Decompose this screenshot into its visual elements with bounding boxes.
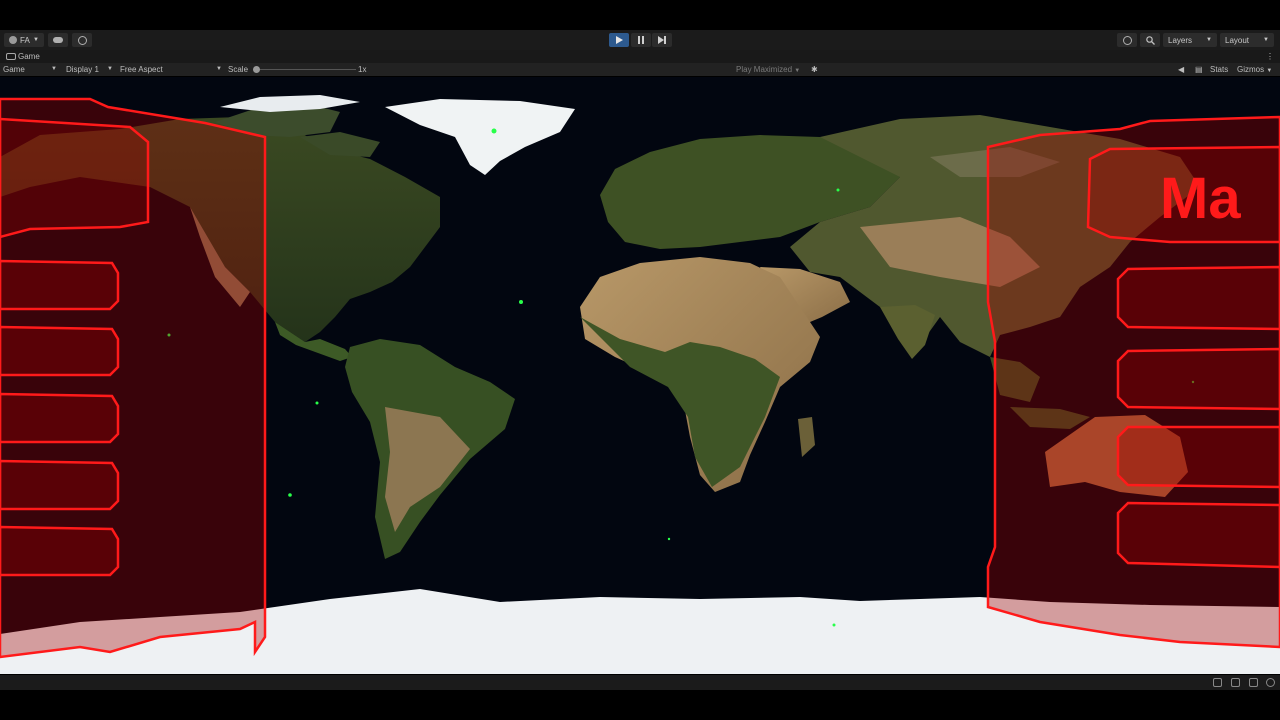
play-icon	[616, 36, 623, 44]
collab-icon	[77, 35, 87, 45]
layers-label: Layers	[1168, 35, 1193, 45]
left-hud-panel	[0, 97, 267, 659]
progress-icon[interactable]	[1249, 678, 1258, 687]
search-button[interactable]	[1140, 33, 1160, 47]
settings-icon[interactable]	[1266, 678, 1275, 687]
scale-label: Scale	[228, 65, 249, 74]
game-viewport[interactable]: Ma	[0, 77, 1280, 674]
debug-icon[interactable]	[1213, 678, 1222, 687]
pause-icon	[638, 36, 644, 44]
step-icon	[658, 36, 666, 44]
chevron-down-icon: ▼	[1206, 37, 1212, 43]
display-dropdown[interactable]: Display 1 ▼	[66, 63, 114, 76]
tab-game-label: Game	[18, 52, 40, 61]
pause-button[interactable]	[631, 33, 651, 47]
view-dropdown[interactable]: Game ▼	[3, 63, 58, 76]
india	[880, 305, 935, 359]
console-icon[interactable]	[1231, 678, 1240, 687]
account-dropdown[interactable]: FA ▼	[4, 33, 44, 47]
greenland	[385, 99, 575, 175]
tab-game[interactable]: Game	[6, 50, 40, 63]
hud-title-partial: Ma	[1160, 166, 1241, 231]
chevron-down-icon: ▼	[51, 66, 57, 72]
play-button[interactable]	[609, 33, 629, 47]
collab-button[interactable]	[72, 33, 92, 47]
layout-label: Layout	[1225, 35, 1250, 45]
game-view-toolbar: Game ▼ Display 1 ▼ Free Aspect ▼ Scale 1…	[0, 63, 1280, 76]
play-maximized-dropdown[interactable]: Play Maximized ▼	[736, 63, 800, 76]
account-label: FA	[20, 35, 30, 45]
stats-button[interactable]: Stats	[1210, 63, 1228, 76]
chevron-down-icon: ▼	[33, 37, 39, 43]
chevron-down-icon: ▼	[107, 66, 113, 72]
scale-slider-handle[interactable]	[253, 66, 260, 73]
main-toolbar: FA ▼ Layers ▼ Layout ▼	[0, 30, 1280, 50]
tab-bar: Game ⋮	[0, 50, 1280, 63]
cloud-icon	[53, 37, 63, 43]
account-icon	[9, 36, 17, 44]
scale-value: 1x	[358, 65, 367, 74]
tab-menu-icon[interactable]: ⋮	[1266, 50, 1274, 63]
play-maximized-label: Play Maximized	[736, 65, 793, 74]
layers-dropdown[interactable]: Layers ▼	[1163, 33, 1217, 47]
madagascar	[798, 417, 815, 457]
chevron-down-icon: ▼	[216, 66, 222, 72]
gizmos-label: Gizmos	[1237, 65, 1265, 74]
audio-icon[interactable]: ◀	[1178, 63, 1184, 76]
history-icon	[1122, 35, 1132, 45]
layout-dropdown[interactable]: Layout ▼	[1220, 33, 1274, 47]
aspect-dropdown[interactable]: Free Aspect ▼	[120, 63, 222, 76]
step-button[interactable]	[652, 33, 672, 47]
chevron-down-icon: ▼	[1266, 68, 1273, 74]
gamepad-icon	[6, 53, 16, 61]
aspect-label: Free Aspect	[120, 65, 163, 74]
stats-icon: ▤	[1195, 65, 1203, 74]
display-label: Display 1	[66, 65, 99, 74]
chevron-down-icon: ▼	[794, 68, 801, 74]
cloud-button[interactable]	[48, 33, 68, 47]
scale-slider-track[interactable]	[256, 69, 356, 70]
bug-icon[interactable]: ✱	[811, 63, 818, 76]
search-icon	[1145, 35, 1155, 45]
gizmos-button[interactable]: Gizmos ▼	[1237, 63, 1272, 76]
view-label: Game	[3, 65, 25, 74]
chevron-down-icon: ▼	[1263, 37, 1269, 43]
history-button[interactable]	[1117, 33, 1137, 47]
status-bar	[0, 675, 1280, 690]
world-map: Ma	[0, 95, 1280, 674]
